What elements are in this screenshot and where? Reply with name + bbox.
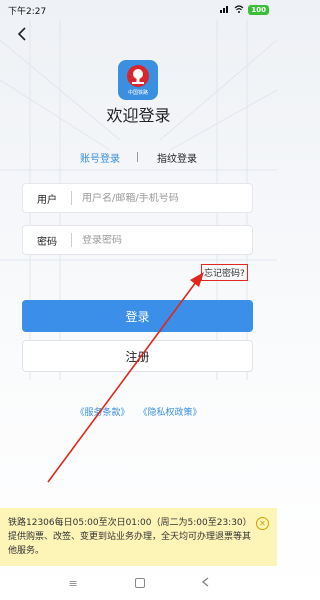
system-nav-bar: ≡ xyxy=(0,566,277,600)
status-bar: 下午2:27 100 xyxy=(0,0,277,20)
home-icon[interactable] xyxy=(134,578,145,588)
tab-fingerprint-login[interactable]: 指纹登录 xyxy=(157,150,197,165)
logo-text: 中国铁路 xyxy=(127,90,148,96)
status-time: 下午2:27 xyxy=(8,6,47,17)
login-button[interactable]: 登录 xyxy=(22,300,253,332)
status-icons: 100 xyxy=(220,4,269,16)
close-icon[interactable]: ✕ xyxy=(256,517,269,530)
username-input[interactable] xyxy=(82,192,232,204)
field-divider xyxy=(71,233,72,247)
notice-text: 铁路12306每日05:00至次日01:00（周二为5:00至23:30）提供购… xyxy=(8,518,252,556)
forgot-password-link[interactable]: 忘记密码? xyxy=(201,264,248,281)
app-logo: 中国铁路 xyxy=(118,60,158,100)
password-label: 密码 xyxy=(37,236,57,248)
register-button[interactable]: 注册 xyxy=(22,340,253,372)
battery-icon: 100 xyxy=(248,5,269,15)
signal-icon xyxy=(220,5,230,16)
back-button[interactable] xyxy=(12,24,32,44)
policy-links: 《服务条款》 《隐私权政策》 xyxy=(0,405,277,418)
china-railway-logo-icon xyxy=(127,65,149,87)
page-title: 欢迎登录 xyxy=(106,106,171,125)
password-field[interactable]: 密码 xyxy=(22,225,253,255)
username-label: 用户 xyxy=(37,194,57,206)
service-notice: 铁路12306每日05:00至次日01:00（周二为5:00至23:30）提供购… xyxy=(0,508,277,566)
terms-link[interactable]: 《服务条款》 xyxy=(76,408,130,418)
back-icon[interactable] xyxy=(201,576,209,590)
password-input[interactable] xyxy=(82,234,232,246)
menu-icon[interactable]: ≡ xyxy=(68,577,77,590)
tab-divider xyxy=(137,152,138,162)
wifi-icon xyxy=(234,4,244,16)
field-divider xyxy=(71,191,72,205)
back-arrow-icon xyxy=(17,27,26,41)
privacy-link[interactable]: 《隐私权政策》 xyxy=(138,408,201,418)
tab-account-login[interactable]: 账号登录 xyxy=(80,150,120,165)
username-field[interactable]: 用户 xyxy=(22,183,253,213)
